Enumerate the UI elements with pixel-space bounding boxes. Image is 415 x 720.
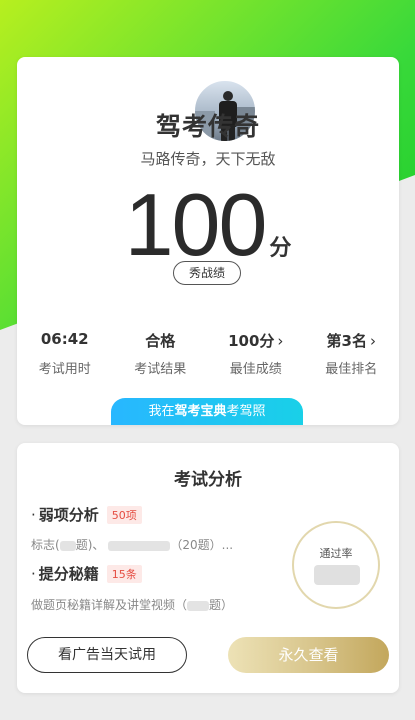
stats-row: 06:42 考试用时 合格 考试结果 100分 › 最佳成绩 第3名 › 最佳排名 <box>17 330 399 377</box>
user-title: 驾考传奇 <box>155 112 260 141</box>
watch-ad-trial-button[interactable]: 看广告当天试用 <box>27 637 187 673</box>
banner-suffix: 考驾照 <box>226 404 266 419</box>
analysis-card: 考试分析 · 弱项分析 50项 标志( 题)、 （20题）... · 提分秘籍 15… <box>17 443 399 693</box>
stat-value: 06:42 <box>40 330 89 348</box>
bullet: · <box>31 564 36 583</box>
banner-prefix: 我在 <box>148 404 175 419</box>
chevron-right-icon: › <box>277 332 284 350</box>
brand-banner[interactable]: 我在驾考宝典考驾照 <box>111 398 303 425</box>
weak-count-badge: 50项 <box>106 505 142 524</box>
analysis-title: 考试分析 <box>174 470 242 490</box>
blurred-pass-rate <box>314 565 360 585</box>
weak-analysis-heading: · 弱项分析 50项 <box>31 504 142 525</box>
tips-desc-part: 做题页秘籍详解及讲堂视频（ <box>31 598 188 612</box>
pass-rate-label: 通过率 <box>319 547 353 560</box>
stat-label: 最佳排名 <box>325 362 378 377</box>
bullet: · <box>31 505 36 524</box>
user-motto: 马路传奇，天下无敌 <box>140 150 276 168</box>
stat-value: 合格 <box>145 332 176 350</box>
blurred-value <box>59 540 76 551</box>
weak-desc-part: 题)、 <box>75 538 105 552</box>
stat-best-rank[interactable]: 第3名 › 最佳排名 <box>304 330 400 377</box>
score-tips-label: 提分秘籍 <box>38 565 99 583</box>
stat-value: 100分 <box>228 332 275 350</box>
stat-value: 第3名 <box>326 332 367 350</box>
pass-rate-ring: 通过率 <box>292 521 380 609</box>
weak-analysis-desc: 标志( 题)、 （20题）... <box>31 536 233 553</box>
blurred-value <box>187 600 210 611</box>
tips-desc-part: 题） <box>209 598 234 612</box>
blurred-value <box>108 540 171 551</box>
banner-brand: 驾考宝典 <box>174 404 227 419</box>
avatar-figure-head <box>223 91 233 101</box>
score-value: 100 <box>124 175 268 274</box>
share-result-button[interactable]: 秀战绩 <box>173 261 241 285</box>
stat-exam-result: 合格 考试结果 <box>113 330 209 377</box>
stat-best-score[interactable]: 100分 › 最佳成绩 <box>208 330 304 377</box>
score-unit: 分 <box>269 236 292 261</box>
score-tips-desc: 做题页秘籍详解及讲堂视频（ 题） <box>31 596 233 613</box>
chevron-right-icon: › <box>369 332 376 350</box>
weak-desc-part: （20题）... <box>170 538 234 552</box>
stat-label: 最佳成绩 <box>229 362 282 377</box>
permanent-view-button[interactable]: 永久查看 <box>228 637 389 673</box>
weak-analysis-label: 弱项分析 <box>38 506 99 524</box>
stat-exam-time: 06:42 考试用时 <box>17 330 113 377</box>
stat-label: 考试结果 <box>134 362 187 377</box>
score-tips-heading: · 提分秘籍 15条 <box>31 563 142 584</box>
weak-desc-part: 标志( <box>31 538 60 552</box>
score-display: 100 分 <box>17 175 399 275</box>
score-card: 驾考传奇 马路传奇，天下无敌 100 分 秀战绩 06:42 考试用时 合格 考试… <box>17 57 399 425</box>
stat-label: 考试用时 <box>38 362 91 377</box>
tips-count-badge: 15条 <box>106 564 142 583</box>
